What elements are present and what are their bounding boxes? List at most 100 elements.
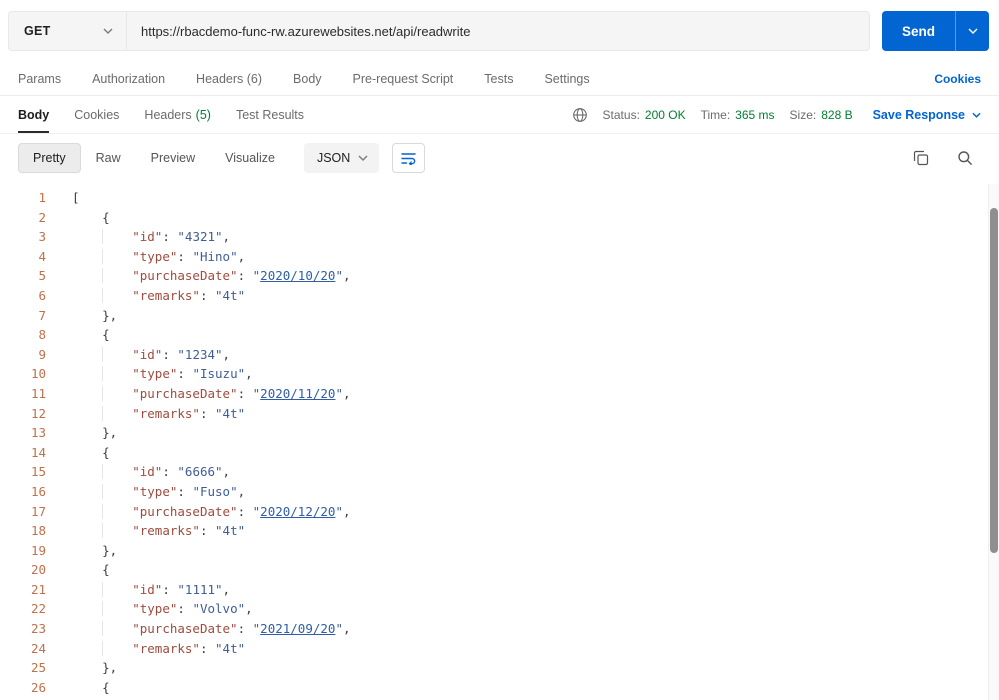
send-button[interactable]: Send [881,11,955,51]
time-value: 365 ms [735,107,775,122]
json-string: "4t" [215,287,246,303]
response-body-viewer[interactable]: 1[2 {3 "id": "4321", 4 "type": "Hino", 5 "… [0,182,999,700]
json-punctuation: : [237,621,253,637]
network-info-icon[interactable] [572,107,588,123]
send-dropdown-button[interactable] [955,11,989,51]
json-link[interactable]: 2021/09/20 [260,621,335,636]
search-button[interactable] [957,150,973,166]
json-indent [72,464,133,480]
line-number: 5 [38,268,46,284]
line-number: 11 [30,385,46,401]
response-tab-headers[interactable]: Headers (5) [144,96,211,133]
line-number: 8 [38,327,46,343]
json-indent [72,601,133,617]
chevron-down-icon [103,28,113,34]
json-indent [72,405,133,421]
code-line: 17 "purchaseDate": "2020/12/20", [0,502,999,522]
code-line: 25 }, [0,658,999,678]
line-number: 25 [30,660,46,676]
json-punctuation: [ [72,190,80,205]
json-indent [72,287,133,303]
size-label: Size: [789,107,817,122]
json-punctuation: , [245,601,253,617]
json-key: "id" [132,581,163,597]
json-link[interactable]: 2020/12/20 [260,504,335,519]
tab-pre-request-script[interactable]: Pre-request Script [353,72,454,86]
view-tab-pretty[interactable]: Pretty [18,143,81,173]
json-punctuation: { [102,679,110,695]
json-punctuation: , [342,621,351,637]
json-punctuation: : [177,248,193,264]
json-key: "purchaseDate" [132,385,238,401]
json-punctuation: , [222,229,231,245]
json-punctuation: : [199,405,216,421]
json-punctuation: : [237,385,253,401]
method-selector[interactable]: GET [9,12,127,50]
search-icon [957,150,973,166]
tab-tests[interactable]: Tests [484,72,513,86]
status-label: Status: [602,107,640,122]
code-line: 22 "type": "Volvo", [0,599,999,619]
code-lines: 1[2 {3 "id": "4321", 4 "type": "Hino", 5 "… [0,188,999,697]
tab-authorization[interactable]: Authorization [92,72,165,86]
json-key: "type" [132,248,178,264]
json-punctuation: : [177,601,193,617]
request-tabs: Params Authorization Headers (6) Body Pr… [0,62,999,96]
line-number: 19 [30,542,46,558]
response-tab-body[interactable]: Body [18,96,50,133]
code-line: 8 { [0,325,999,345]
code-line: 21 "id": "1111", [0,580,999,600]
line-number: 12 [30,405,46,421]
response-tab-cookies[interactable]: Cookies [74,96,119,133]
json-string: "4t" [215,405,246,421]
json-punctuation: }, [102,542,118,558]
line-number: 17 [30,503,46,519]
url-input[interactable] [127,12,869,50]
line-number: 1 [38,190,46,205]
response-tab-test-results[interactable]: Test Results [236,96,304,133]
json-punctuation: , [222,346,231,362]
save-response-button[interactable]: Save Response [873,108,981,122]
tab-headers[interactable]: Headers (6) [196,72,262,86]
scrollbar-track[interactable] [988,184,999,700]
json-punctuation: : [162,229,178,245]
copy-button[interactable] [913,150,929,166]
json-key: "type" [132,601,178,617]
line-number: 20 [30,562,46,578]
cookies-link[interactable]: Cookies [934,72,981,86]
scrollbar-thumb[interactable] [990,208,998,553]
json-link[interactable]: 2020/11/20 [260,386,335,401]
json-punctuation: : [177,483,193,499]
line-number: 6 [38,287,46,303]
view-tab-preview[interactable]: Preview [136,143,210,173]
line-number: 23 [30,621,46,637]
code-line: 3 "id": "4321", [0,227,999,247]
json-indent [72,385,133,401]
json-key: "id" [132,464,163,480]
json-key: "purchaseDate" [132,503,238,519]
format-dropdown[interactable]: JSON [303,143,380,173]
json-punctuation: : [177,366,193,382]
code-line: 23 "purchaseDate": "2021/09/20", [0,619,999,639]
view-tab-visualize[interactable]: Visualize [210,143,290,173]
request-bar: GET Send [0,0,999,62]
line-number: 16 [30,483,46,499]
json-punctuation: , [342,503,351,519]
tab-settings[interactable]: Settings [544,72,589,86]
view-tab-raw[interactable]: Raw [81,143,136,173]
code-line: 20 { [0,560,999,580]
line-wrap-button[interactable] [392,143,426,173]
code-line: 1[ [0,188,999,208]
json-indent [72,523,133,539]
response-tab-headers-label: Headers [144,107,192,122]
line-number: 3 [38,229,46,245]
json-link[interactable]: 2020/10/20 [260,268,335,283]
tab-body[interactable]: Body [293,72,322,86]
tab-params[interactable]: Params [18,72,61,86]
response-header: Body Cookies Headers (5) Test Results St… [0,96,999,134]
line-number: 22 [30,601,46,617]
code-line: 14 { [0,443,999,463]
